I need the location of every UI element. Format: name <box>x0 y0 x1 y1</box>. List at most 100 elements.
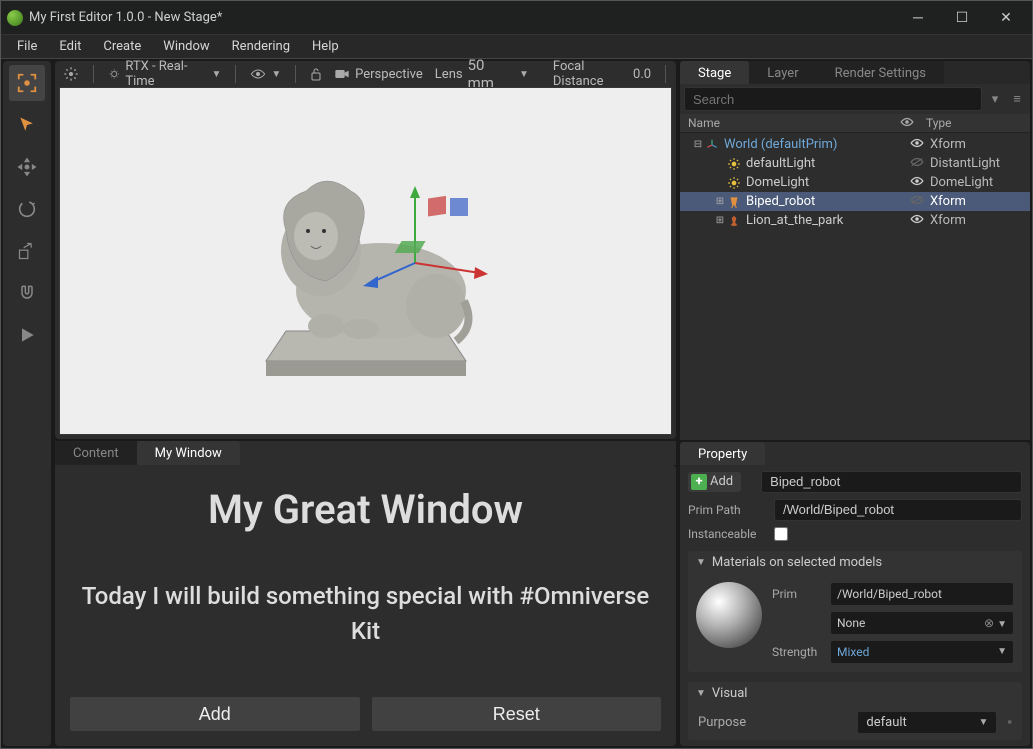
mesh-icon <box>726 214 742 228</box>
visibility-toggle[interactable] <box>904 156 930 171</box>
tree-toggle[interactable]: ⊞ <box>714 196 726 207</box>
my-window-panel: My Great Window Today I will build somet… <box>55 465 676 746</box>
materials-section: ▼ Materials on selected models Prim /Wor… <box>688 551 1022 672</box>
close-button[interactable]: ✕ <box>994 6 1018 30</box>
options-icon[interactable]: ≡ <box>1008 91 1026 107</box>
tree-row[interactable]: DomeLight DomeLight <box>680 173 1030 192</box>
tab-layer[interactable]: Layer <box>749 61 816 84</box>
tree-toggle[interactable]: ⊞ <box>714 215 726 226</box>
visibility-icon[interactable]: ▼ <box>250 68 281 80</box>
menu-file[interactable]: File <box>9 37 45 56</box>
filter-icon[interactable]: ▾ <box>986 92 1004 107</box>
tree-type: Xform <box>930 137 1026 152</box>
tab-content[interactable]: Content <box>55 441 137 465</box>
visual-section: ▼ Visual Purpose default ▼ ▪ <box>688 682 1022 740</box>
menu-edit[interactable]: Edit <box>51 37 89 56</box>
tree-type: Xform <box>930 213 1026 228</box>
lock-icon[interactable] <box>310 67 322 81</box>
reset-field-icon[interactable]: ▪ <box>1007 714 1012 730</box>
tab-my-window[interactable]: My Window <box>137 441 240 465</box>
tree-row[interactable]: ⊟ World (defaultPrim) Xform <box>680 135 1030 154</box>
purpose-label: Purpose <box>698 715 847 730</box>
minimize-button[interactable]: ─ <box>906 6 930 30</box>
material-prim-label: Prim <box>772 587 824 601</box>
visibility-toggle[interactable] <box>904 194 930 209</box>
tree-type: DomeLight <box>930 175 1026 190</box>
tree-type: DistantLight <box>930 156 1026 171</box>
tree-row[interactable]: defaultLight DistantLight <box>680 154 1030 173</box>
bottom-tabs: Content My Window <box>55 441 676 465</box>
stage-search-input[interactable] <box>684 87 982 111</box>
property-add-button[interactable]: + Add <box>688 472 741 492</box>
viewport-3d[interactable] <box>59 87 672 435</box>
my-window-subheading: Today I will build something special wit… <box>70 579 661 649</box>
viewport-settings-icon[interactable] <box>63 66 79 82</box>
menu-help[interactable]: Help <box>304 37 347 56</box>
camera-label: Perspective <box>355 67 423 82</box>
chevron-down-icon: ▼ <box>696 557 706 568</box>
robot-icon <box>726 195 742 209</box>
visual-section-header[interactable]: ▼ Visual <box>688 682 1022 705</box>
clear-icon[interactable]: ⊗ <box>984 616 994 630</box>
app-icon <box>7 10 23 26</box>
menu-rendering[interactable]: Rendering <box>224 37 298 56</box>
stage-tree[interactable]: ⊟ World (defaultPrim) Xform defaultLight Dis… <box>680 133 1030 440</box>
materials-section-header[interactable]: ▼ Materials on selected models <box>688 551 1022 574</box>
col-header-name: Name <box>688 116 900 130</box>
play-button[interactable] <box>9 317 45 353</box>
plus-icon: + <box>691 474 707 490</box>
tree-row[interactable]: ⊞ Lion_at_the_park Xform <box>680 211 1030 230</box>
rotate-tool[interactable] <box>9 191 45 227</box>
instanceable-checkbox[interactable] <box>774 527 788 541</box>
focal-distance-control[interactable]: Focal Distance 0.0 <box>553 59 651 89</box>
camera-dropdown[interactable]: Perspective <box>334 67 423 82</box>
stage-tabs: Stage Layer Render Settings <box>680 61 1030 84</box>
tree-label: Lion_at_the_park <box>746 213 904 228</box>
strength-dropdown[interactable]: Mixed ▼ <box>830 640 1014 664</box>
purpose-dropdown[interactable]: default ▼ <box>857 711 997 734</box>
chevron-down-icon: ▼ <box>212 69 222 80</box>
renderer-dropdown[interactable]: RTX - Real-Time ▼ <box>108 59 222 89</box>
col-header-type: Type <box>926 116 1022 130</box>
focal-label: Focal Distance <box>553 59 628 89</box>
prim-path-field[interactable] <box>774 499 1022 521</box>
move-tool[interactable] <box>9 149 45 185</box>
visibility-toggle[interactable] <box>904 137 930 152</box>
axes-icon <box>704 138 720 152</box>
material-dropdown[interactable]: None ⊗ ▼ <box>830 611 1014 635</box>
menu-create[interactable]: Create <box>95 37 149 56</box>
visibility-toggle[interactable] <box>904 213 930 228</box>
prim-path-label: Prim Path <box>688 503 766 517</box>
tree-toggle[interactable]: ⊟ <box>692 139 704 150</box>
chevron-down-icon: ▼ <box>271 69 281 80</box>
stage-tree-header: Name Type <box>680 114 1030 133</box>
tab-property[interactable]: Property <box>680 442 765 465</box>
tab-render-settings[interactable]: Render Settings <box>817 61 944 84</box>
material-preview-sphere <box>696 582 762 648</box>
prim-name-field[interactable] <box>761 471 1022 493</box>
frame-selection-tool[interactable] <box>9 65 45 101</box>
strength-label: Strength <box>772 645 824 659</box>
instanceable-label: Instanceable <box>688 527 766 541</box>
tab-stage[interactable]: Stage <box>680 61 749 84</box>
my-window-add-button[interactable]: Add <box>70 697 360 731</box>
tree-label: DomeLight <box>746 175 904 190</box>
visibility-toggle[interactable] <box>904 175 930 190</box>
light-icon <box>726 176 742 190</box>
chevron-down-icon[interactable]: ▼ <box>519 69 529 80</box>
material-prim-field[interactable]: /World/Biped_robot <box>830 582 1014 606</box>
transform-gizmo[interactable] <box>360 178 490 298</box>
focal-value: 0.0 <box>633 67 651 82</box>
tree-label: World (defaultPrim) <box>724 137 904 152</box>
my-window-reset-button[interactable]: Reset <box>372 697 662 731</box>
scale-tool[interactable] <box>9 233 45 269</box>
select-tool[interactable] <box>9 107 45 143</box>
visual-header-label: Visual <box>712 686 748 701</box>
tree-label: defaultLight <box>746 156 904 171</box>
snap-tool[interactable] <box>9 275 45 311</box>
menu-window[interactable]: Window <box>155 37 217 56</box>
chevron-down-icon: ▼ <box>997 619 1007 630</box>
tree-row[interactable]: ⊞Biped_robotXform <box>680 192 1030 211</box>
maximize-button[interactable]: ☐ <box>950 6 974 30</box>
tree-label: Biped_robot <box>746 194 904 209</box>
